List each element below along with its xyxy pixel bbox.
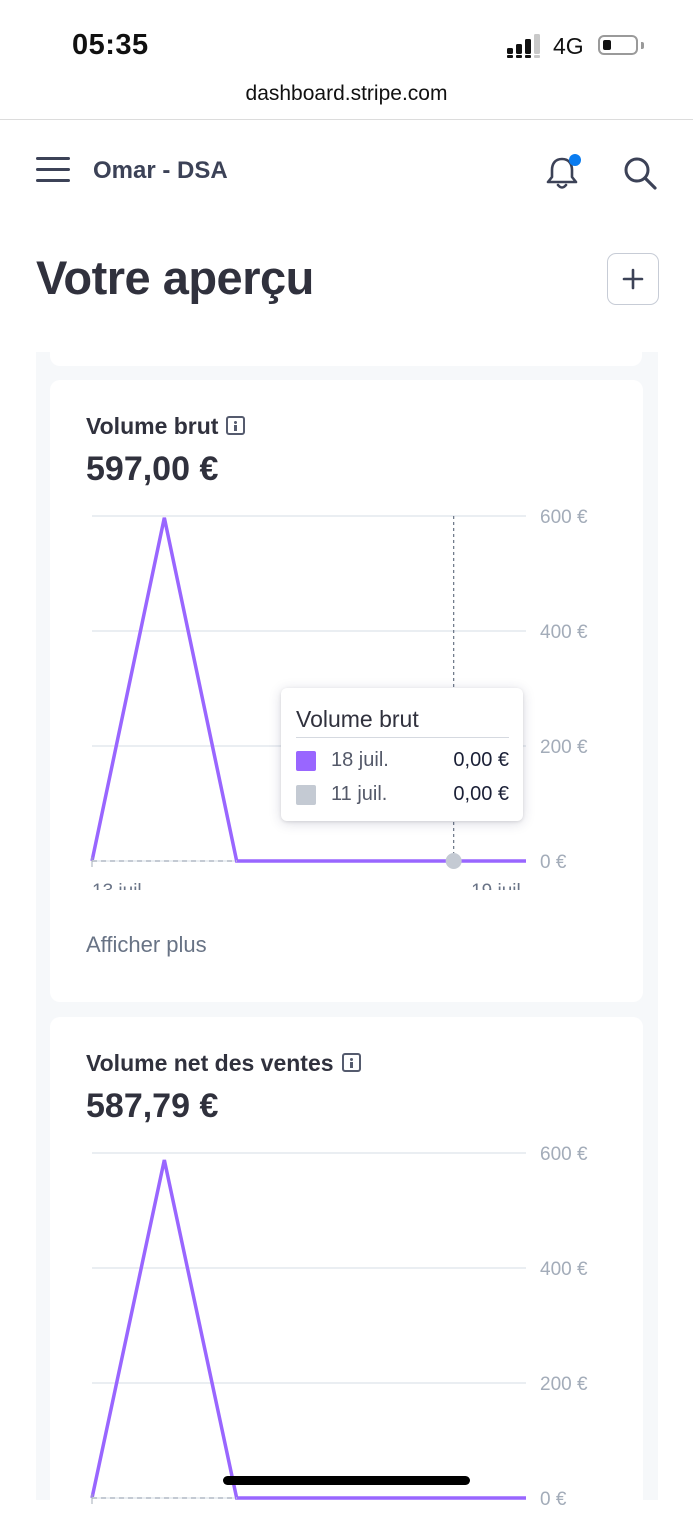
search-icon[interactable]: [622, 155, 658, 191]
legend-swatch-current: [296, 751, 316, 771]
browser-url[interactable]: dashboard.stripe.com: [0, 82, 693, 106]
battery-icon: [598, 35, 638, 55]
y-tick-label: 0 €: [540, 852, 567, 873]
x-tick-label: 13 juil.: [92, 881, 147, 890]
add-button[interactable]: [607, 253, 659, 305]
status-bar: 05:35 4G: [0, 0, 693, 80]
status-time: 05:35: [72, 29, 149, 61]
net-sales-volume-chart[interactable]: 600 €400 €200 €0 €: [50, 1127, 643, 1527]
tooltip-row: 18 juil. 0,00 €: [296, 749, 509, 773]
x-tick-label: 19 juil.: [471, 881, 526, 890]
bell-icon[interactable]: [543, 152, 583, 192]
tooltip-row: 11 juil. 0,00 €: [296, 783, 509, 807]
show-more-link[interactable]: Afficher plus: [86, 932, 207, 958]
chart-tooltip: Volume brut 18 juil. 0,00 € 11 juil. 0,0…: [281, 688, 523, 821]
series-line-current: [90, 1159, 526, 1500]
tooltip-date: 18 juil.: [331, 749, 389, 771]
info-icon[interactable]: [226, 416, 246, 436]
tooltip-date: 11 juil.: [331, 783, 388, 805]
menu-icon[interactable]: [36, 157, 70, 185]
legend-swatch-previous: [296, 785, 316, 805]
hover-point: [445, 853, 462, 869]
y-tick-label: 400 €: [540, 1259, 588, 1280]
card-title: Volume brut: [86, 413, 246, 440]
y-tick-label: 600 €: [540, 507, 588, 528]
tooltip-value: 0,00 €: [453, 783, 509, 805]
home-indicator: [223, 1476, 470, 1485]
plus-icon: [622, 268, 643, 289]
card-value: 597,00 €: [86, 450, 219, 488]
network-type: 4G: [553, 33, 584, 59]
card-title: Volume net des ventes: [86, 1050, 361, 1077]
y-tick-label: 600 €: [540, 1144, 588, 1165]
net-sales-volume-card[interactable]: Volume net des ventes 587,79 € 600 € 400 …: [50, 1017, 643, 1517]
account-name[interactable]: Omar - DSA: [93, 157, 228, 185]
tooltip-divider: [296, 737, 509, 738]
signal-icon: [507, 34, 540, 58]
battery-tip: [641, 42, 644, 49]
tooltip-title: Volume brut: [296, 706, 419, 732]
y-tick-label: 400 €: [540, 622, 588, 643]
previous-card: [50, 352, 642, 366]
card-value: 587,79 €: [86, 1087, 219, 1125]
page-title: Votre aperçu: [36, 251, 314, 304]
y-tick-label: 200 €: [540, 737, 588, 758]
y-tick-label: 200 €: [540, 1374, 588, 1395]
tooltip-value: 0,00 €: [453, 749, 509, 771]
info-icon[interactable]: [341, 1053, 361, 1073]
notification-dot: [569, 154, 581, 166]
